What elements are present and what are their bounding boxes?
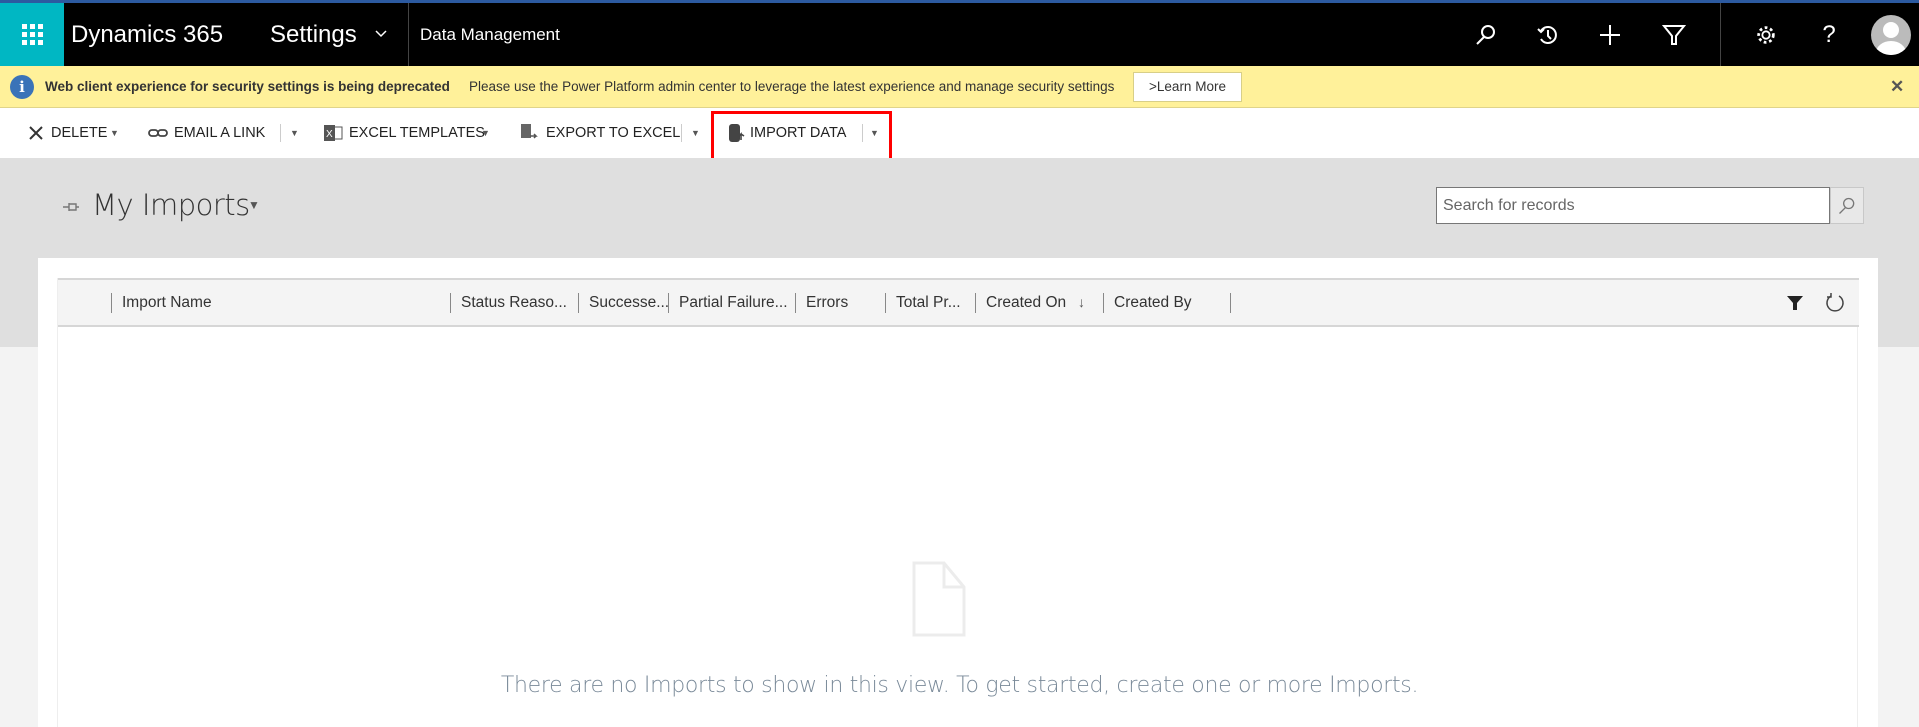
column-header-total-processed[interactable]: Total Pr...	[886, 280, 975, 325]
view-selector-chevron-icon[interactable]: ▼	[248, 198, 260, 212]
excel-templates-dropdown-caret[interactable]: ▼	[481, 108, 490, 158]
info-icon: i	[10, 75, 34, 99]
grid-header: Import Name Status Reaso... Successe... …	[58, 278, 1859, 327]
export-to-excel-button[interactable]: EXPORT TO EXCEL	[546, 108, 680, 158]
history-icon[interactable]	[1528, 3, 1568, 66]
separator	[681, 124, 682, 142]
deprecation-banner: i Web client experience for security set…	[0, 66, 1919, 108]
close-icon[interactable]: ✕	[1890, 66, 1904, 108]
refresh-icon[interactable]	[1824, 292, 1846, 319]
empty-document-icon	[912, 561, 966, 642]
link-icon	[148, 108, 168, 158]
email-link-dropdown-caret[interactable]: ▼	[290, 108, 299, 158]
empty-state-message: There are no Imports to show in this vie…	[500, 673, 1419, 698]
column-header-created-by[interactable]: Created By	[1104, 280, 1230, 325]
filter-icon[interactable]	[1654, 3, 1694, 66]
delete-button[interactable]: DELETE	[51, 108, 107, 158]
column-header-partial-failures[interactable]: Partial Failure...	[669, 280, 795, 325]
column-header-status-reason[interactable]: Status Reaso...	[451, 280, 578, 325]
breadcrumb[interactable]: Data Management	[420, 3, 560, 66]
highlight-box	[711, 111, 892, 163]
help-icon[interactable]: ?	[1809, 3, 1849, 66]
delete-dropdown-caret[interactable]: ▼	[110, 108, 119, 158]
email-link-button[interactable]: EMAIL A LINK	[174, 108, 265, 158]
search-icon[interactable]	[1466, 3, 1506, 66]
learn-more-button[interactable]: >Learn More	[1133, 72, 1242, 102]
command-bar: DELETE ▼ EMAIL A LINK ▼ X EXCEL TEMPLATE…	[0, 108, 1919, 158]
chevron-down-icon[interactable]	[374, 3, 388, 66]
avatar[interactable]	[1871, 15, 1911, 55]
separator	[280, 124, 281, 142]
app-name[interactable]: Dynamics 365	[71, 3, 223, 66]
gear-icon[interactable]	[1746, 3, 1786, 66]
search-input[interactable]: Search for records	[1436, 187, 1830, 224]
waffle-icon	[21, 24, 43, 45]
export-excel-icon	[519, 108, 539, 158]
banner-message: Please use the Power Platform admin cent…	[469, 79, 1115, 94]
svg-text:X: X	[326, 129, 333, 140]
pin-icon[interactable]	[62, 200, 80, 219]
excel-icon: X	[323, 108, 343, 158]
excel-templates-button[interactable]: EXCEL TEMPLATES	[349, 108, 485, 158]
sort-descending-icon: ↓	[1078, 294, 1085, 310]
column-header-successes[interactable]: Successe...	[579, 280, 668, 325]
search-button[interactable]	[1830, 187, 1864, 224]
column-header-import-name[interactable]: Import Name	[112, 280, 450, 325]
records-grid: Import Name Status Reaso... Successe... …	[57, 278, 1859, 727]
export-dropdown-caret[interactable]: ▼	[691, 108, 700, 158]
nav-bar: Dynamics 365 Settings Data Management ?	[0, 3, 1919, 66]
search-icon	[1839, 197, 1855, 214]
app-launcher-button[interactable]	[0, 3, 64, 66]
divider	[1720, 3, 1721, 66]
area-selector[interactable]: Settings	[270, 3, 357, 66]
plus-icon[interactable]	[1590, 3, 1630, 66]
view-title[interactable]: My Imports	[92, 188, 250, 222]
column-header-created-on[interactable]: Created On	[976, 280, 1084, 325]
divider	[408, 3, 409, 66]
column-header-errors[interactable]: Errors	[796, 280, 885, 325]
banner-title: Web client experience for security setti…	[45, 79, 450, 94]
filter-icon[interactable]	[1786, 294, 1804, 317]
delete-icon	[28, 108, 44, 158]
